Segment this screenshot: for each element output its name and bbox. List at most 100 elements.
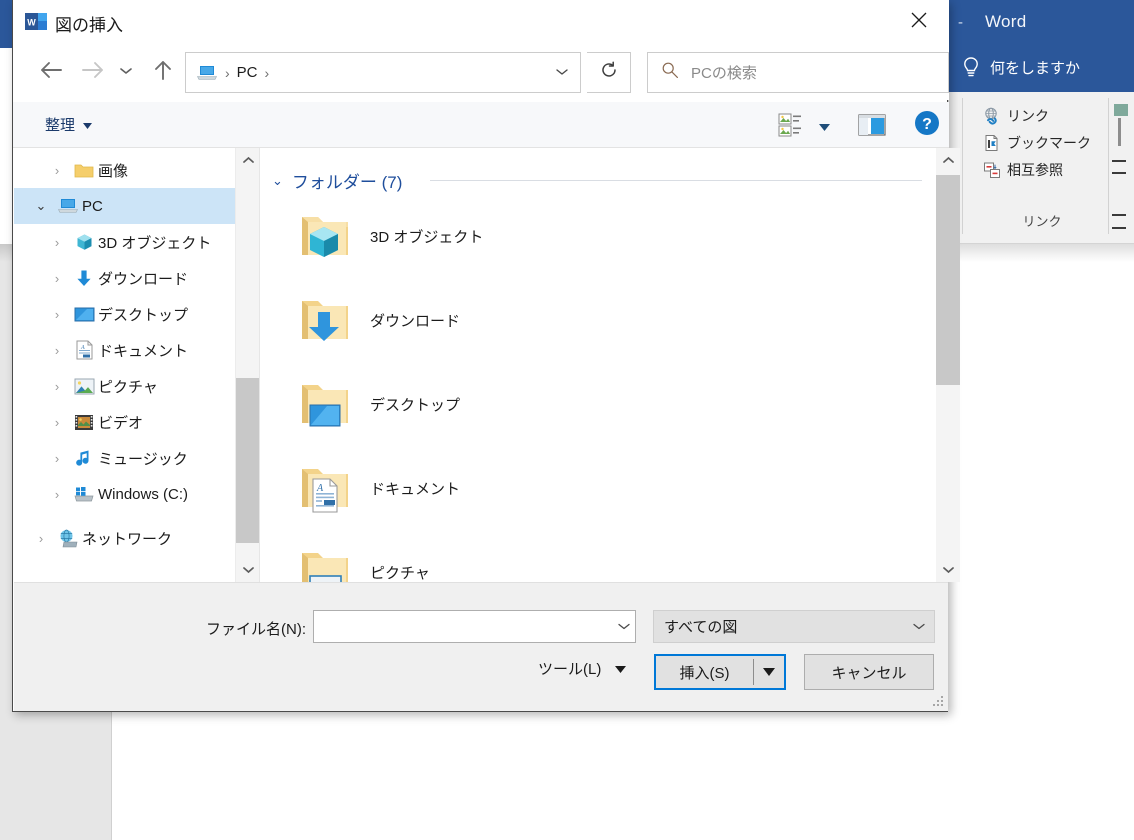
ribbon-group-links: リンク ブックマーク 相互参照 — [982, 102, 1102, 183]
file-item-desktop[interactable]: デスクトップ — [294, 366, 460, 442]
tree-item-label: ピクチャ — [98, 378, 158, 396]
help-button[interactable]: ? — [914, 110, 940, 136]
scroll-down-icon[interactable] — [236, 558, 260, 582]
change-view-button[interactable] — [778, 112, 808, 138]
chevron-right-icon[interactable]: › — [44, 451, 70, 466]
file-item-label: ドキュメント — [370, 480, 461, 498]
pc-icon — [196, 64, 218, 82]
chevron-right-icon[interactable]: › — [44, 271, 70, 286]
breadcrumb-separator: › — [225, 64, 230, 81]
filename-dropdown-button[interactable] — [617, 611, 631, 642]
command-bar — [13, 102, 949, 148]
file-item-documents[interactable]: A ドキュメント — [294, 450, 460, 526]
view-layout-icon — [778, 113, 808, 142]
insert-button[interactable]: 挿入(S) — [654, 654, 786, 690]
chevron-right-icon[interactable]: › — [44, 343, 70, 358]
word-title: Word — [985, 12, 1027, 31]
music-icon — [70, 449, 98, 468]
file-item-label: デスクトップ — [370, 396, 461, 414]
insert-button-label: 挿入(S) — [679, 664, 730, 682]
dialog-title: 図の挿入 — [55, 16, 123, 35]
scroll-up-icon[interactable] — [236, 148, 260, 172]
file-type-filter[interactable]: すべての図 — [653, 610, 935, 643]
ribbon-group-partial — [1112, 96, 1134, 242]
chevron-right-icon[interactable]: › — [44, 307, 70, 322]
tree-item-downloads[interactable]: › ダウンロード — [14, 260, 235, 296]
tree-item-documents[interactable]: › A ドキュメント — [14, 332, 235, 368]
scroll-down-icon[interactable] — [936, 558, 960, 582]
scrollbar-thumb[interactable] — [936, 175, 960, 385]
chevron-down-icon[interactable]: ⌄ — [28, 198, 54, 214]
caret-down-icon — [763, 663, 775, 681]
organize-button[interactable]: 整理 — [45, 114, 93, 135]
dialog-title-bar[interactable] — [13, 0, 949, 44]
refresh-icon — [600, 61, 618, 84]
chevron-right-icon[interactable]: › — [44, 487, 70, 502]
tree-item-label: ドキュメント — [98, 342, 189, 360]
close-button[interactable] — [889, 0, 949, 44]
file-type-filter-value: すべての図 — [664, 619, 738, 636]
cancel-button[interactable]: キャンセル — [804, 654, 934, 690]
ribbon-group-divider-left — [962, 98, 963, 234]
tree-item-videos[interactable]: › ビデオ — [14, 404, 235, 440]
group-header-folders[interactable]: ⌄ フォルダー (7) — [272, 168, 402, 193]
change-view-dropdown[interactable] — [819, 118, 830, 136]
tree-item-network[interactable]: › ネットワーク — [14, 520, 235, 556]
filename-input[interactable] — [314, 612, 604, 641]
insert-dropdown-button[interactable] — [754, 663, 784, 681]
address-dropdown-button[interactable] — [548, 53, 576, 92]
chevron-right-icon[interactable]: › — [44, 379, 70, 394]
tree-item-pc[interactable]: ⌄ PC — [14, 188, 235, 224]
up-button[interactable] — [145, 52, 181, 92]
file-item-downloads[interactable]: ダウンロード — [294, 282, 460, 358]
ribbon-item-cross-reference[interactable]: 相互参照 — [982, 156, 1102, 183]
tree-item-windows-c[interactable]: › Windows (C:) — [14, 476, 235, 512]
tools-button[interactable]: ツール(L) — [538, 658, 627, 679]
filename-field[interactable] — [313, 610, 636, 643]
scrollbar-thumb[interactable] — [236, 378, 260, 543]
filename-label: ファイル名(N): — [206, 621, 306, 638]
svg-text:A: A — [316, 483, 324, 494]
tree-item-label: ミュージック — [98, 450, 188, 468]
tree-item-music[interactable]: › ミュージック — [14, 440, 235, 476]
cross-reference-icon — [982, 160, 1002, 180]
preview-pane-icon — [858, 114, 886, 140]
chevron-right-icon[interactable]: › — [28, 531, 54, 546]
tree-item-desktop[interactable]: › デスクトップ — [14, 296, 235, 332]
file-item-pictures[interactable]: ピクチャ — [294, 534, 430, 582]
cancel-button-label: キャンセル — [831, 664, 907, 682]
tell-me-box[interactable]: 何をしますか — [962, 56, 1080, 78]
hyperlink-icon — [982, 106, 1002, 126]
resize-grip[interactable] — [931, 694, 945, 708]
ribbon-item-bookmark[interactable]: ブックマーク — [982, 129, 1102, 156]
chevron-right-icon[interactable]: › — [44, 415, 70, 430]
chevron-down-icon[interactable]: ⌄ — [272, 173, 283, 189]
breadcrumb-item-pc[interactable]: PC — [237, 64, 258, 81]
navigation-pane-scrollbar[interactable] — [235, 148, 260, 582]
tree-item-3d-objects[interactable]: › 3D オブジェクト — [14, 224, 235, 260]
tree-item-label: ネットワーク — [82, 530, 173, 548]
ribbon-item-hyperlink[interactable]: リンク — [982, 102, 1102, 129]
back-button[interactable] — [33, 52, 69, 92]
tree-item-pictures[interactable]: › ピクチャ — [14, 368, 235, 404]
folder-desktop-icon — [294, 373, 356, 435]
refresh-button[interactable] — [587, 52, 631, 93]
file-item-3d-objects[interactable]: 3D オブジェクト — [294, 198, 483, 274]
tree-item-label: ビデオ — [98, 414, 144, 432]
pc-icon — [54, 197, 82, 215]
file-list-pane[interactable]: ⌄ フォルダー (7) 3D オブジェクト ダウンロード デスクトップ A ドキ… — [260, 148, 936, 582]
arrow-left-icon — [39, 61, 63, 84]
chevron-right-icon[interactable]: › — [44, 163, 70, 178]
address-bar[interactable]: › PC › — [185, 52, 581, 93]
breadcrumb-separator-2[interactable]: › — [265, 65, 270, 81]
file-list-scrollbar[interactable] — [936, 148, 960, 582]
tree-item-pictures-folder[interactable]: › 画像 — [14, 152, 235, 188]
pictures-icon — [70, 378, 98, 395]
scroll-up-icon[interactable] — [936, 148, 960, 172]
recent-locations-button[interactable] — [113, 52, 139, 92]
search-box[interactable]: PCの検索 — [647, 52, 949, 93]
chevron-down-icon — [912, 618, 926, 636]
chevron-right-icon[interactable]: › — [44, 235, 70, 250]
preview-pane-button[interactable] — [858, 114, 886, 136]
word-title-dash: - — [958, 14, 963, 31]
